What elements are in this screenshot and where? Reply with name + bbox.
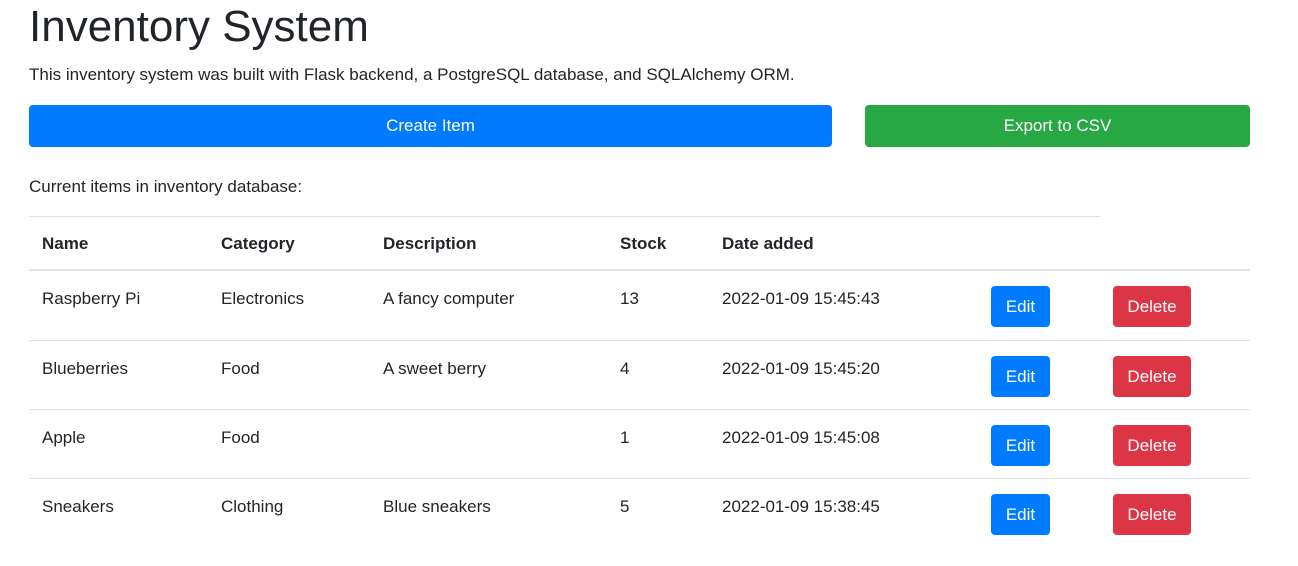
cell-stock: 5 — [620, 497, 630, 516]
cell-name: Apple — [42, 428, 86, 447]
export-csv-button[interactable]: Export to CSV — [865, 105, 1250, 147]
cell-date-added: 2022-01-09 15:45:43 — [722, 289, 880, 308]
table-row: Blueberries Food A sweet berry 4 2022-01… — [29, 340, 1250, 409]
cell-description: A sweet berry — [383, 359, 486, 378]
table-caption: Current items in inventory database: — [29, 177, 303, 196]
cell-stock: 13 — [620, 289, 639, 308]
delete-button[interactable]: Delete — [1113, 286, 1191, 327]
column-header-description: Description — [383, 234, 477, 253]
cell-date-added: 2022-01-09 15:38:45 — [722, 497, 880, 516]
page-description: This inventory system was built with Fla… — [29, 65, 795, 84]
column-header-name: Name — [42, 234, 89, 253]
edit-button[interactable]: Edit — [991, 425, 1050, 466]
table-row: Apple Food 1 2022-01-09 15:45:08 Edit De… — [29, 409, 1250, 478]
table-row: Sneakers Clothing Blue sneakers 5 2022-0… — [29, 478, 1250, 547]
table-row: Raspberry Pi Electronics A fancy compute… — [29, 271, 1250, 340]
cell-category: Food — [221, 428, 260, 447]
cell-stock: 4 — [620, 359, 630, 378]
cell-stock: 1 — [620, 428, 630, 447]
cell-category: Electronics — [221, 289, 305, 308]
edit-button[interactable]: Edit — [991, 286, 1050, 327]
cell-name: Raspberry Pi — [42, 289, 141, 308]
cell-description: A fancy computer — [383, 289, 515, 308]
inventory-page: Inventory System This inventory system w… — [0, 0, 1298, 566]
cell-date-added: 2022-01-09 15:45:08 — [722, 428, 880, 447]
cell-category: Food — [221, 359, 260, 378]
delete-button[interactable]: Delete — [1113, 494, 1191, 535]
table-header-row: Name Category Description Stock Date add… — [29, 217, 1100, 270]
column-header-date-added: Date added — [722, 234, 814, 253]
delete-button[interactable]: Delete — [1113, 425, 1191, 466]
edit-button[interactable]: Edit — [991, 356, 1050, 397]
delete-button[interactable]: Delete — [1113, 356, 1191, 397]
edit-button[interactable]: Edit — [991, 494, 1050, 535]
column-header-stock: Stock — [620, 234, 667, 253]
cell-name: Sneakers — [42, 497, 114, 516]
cell-description: Blue sneakers — [383, 497, 491, 516]
page-title: Inventory System — [29, 2, 369, 51]
column-header-category: Category — [221, 234, 295, 253]
cell-name: Blueberries — [42, 359, 128, 378]
create-item-button[interactable]: Create Item — [29, 105, 832, 147]
cell-category: Clothing — [221, 497, 284, 516]
cell-date-added: 2022-01-09 15:45:20 — [722, 359, 880, 378]
